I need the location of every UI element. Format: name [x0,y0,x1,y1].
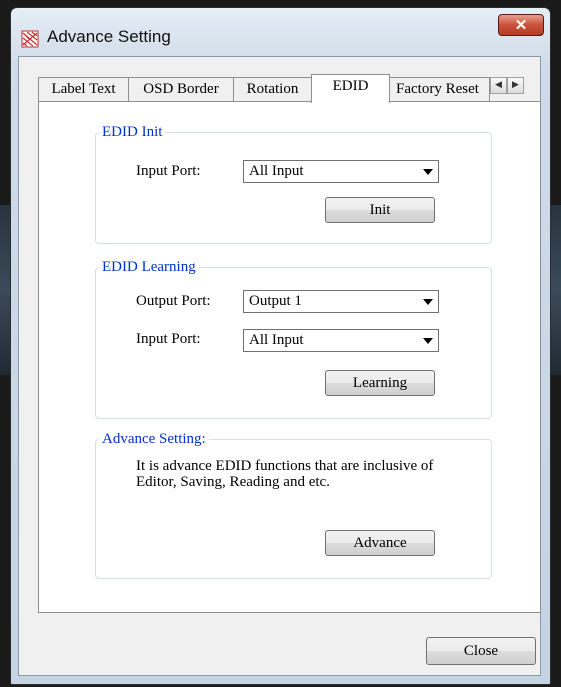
chevron-down-icon [423,338,433,344]
edid-init-group: EDID Init Input Port: All Input Init [95,124,492,244]
edid-init-input-port-select[interactable]: All Input [243,160,439,183]
tab-bar: Label Text OSD Border Rotation EDID Fact… [24,74,528,103]
learning-button[interactable]: Learning [325,370,435,396]
window-title: Advance Setting [47,27,171,46]
advance-button[interactable]: Advance [325,530,435,556]
tab-label: Factory Reset [396,81,479,97]
edid-learning-group: EDID Learning Output Port: Output 1 Inpu… [95,259,492,419]
tab-scroll-left-button[interactable]: ◀ [490,77,507,94]
close-icon: ✕ [514,17,528,34]
arrow-left-icon: ◀ [495,80,502,90]
tab-label: EDID [332,78,369,94]
chevron-down-icon [423,169,433,175]
tab-factory-reset[interactable]: Factory Reset [389,77,490,101]
arrow-right-icon: ▶ [512,80,519,90]
chevron-down-icon [423,299,433,305]
edid-learning-input-port-select[interactable]: All Input [243,329,439,352]
window-close-button[interactable]: ✕ [498,14,544,36]
title-bar[interactable]: Advance Setting ✕ [11,8,550,58]
app-icon [21,30,39,48]
select-value: Output 1 [249,293,302,309]
close-button[interactable]: Close [426,637,536,665]
advance-description: It is advance EDID functions that are in… [136,458,434,490]
tab-label: Rotation [246,81,299,97]
select-value: All Input [249,332,304,348]
input-port-label: Input Port: [136,331,201,347]
desktop-edge-right [551,205,561,375]
select-value: All Input [249,163,304,179]
tab-osd-border[interactable]: OSD Border [128,77,234,101]
edid-learning-output-port-select[interactable]: Output 1 [243,290,439,313]
advance-setting-group-label: Advance Setting: [99,431,209,447]
tab-edid[interactable]: EDID [311,74,390,103]
input-port-label: Input Port: [136,163,201,179]
tab-rotation[interactable]: Rotation [233,77,312,101]
tab-label: OSD Border [143,81,219,97]
edid-init-group-label: EDID Init [99,124,166,140]
advance-setting-group: Advance Setting: It is advance EDID func… [95,431,492,579]
init-button[interactable]: Init [325,197,435,223]
edid-learning-group-label: EDID Learning [99,259,199,275]
tab-label: Label Text [51,81,116,97]
tab-label-text[interactable]: Label Text [38,77,129,101]
edid-tab-panel: EDID Init Input Port: All Input Init EDI… [38,101,541,613]
output-port-label: Output Port: [136,293,211,309]
tab-scroll-right-button[interactable]: ▶ [507,77,524,94]
